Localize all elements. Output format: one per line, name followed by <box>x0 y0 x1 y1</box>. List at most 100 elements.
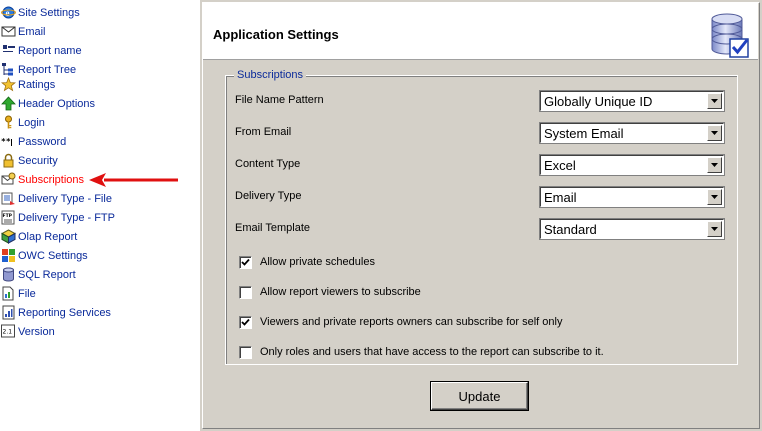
content-type-select[interactable]: Excel <box>540 155 724 175</box>
update-button[interactable]: Update <box>431 382 528 410</box>
sidebar-item-ratings[interactable]: Ratings <box>1 77 55 95</box>
subscription-icon <box>1 172 16 187</box>
select-value: Excel <box>544 158 576 173</box>
checkbox-label: Viewers and private reports owners can s… <box>260 315 563 328</box>
select-value: Globally Unique ID <box>544 94 653 109</box>
sidebar-item-delivery-type-ftp[interactable]: FTP Delivery Type - FTP <box>1 210 115 228</box>
sidebar-item-label: Security <box>18 155 58 167</box>
annotation-arrow-icon <box>89 173 178 187</box>
roles-users-access-checkbox[interactable]: Only roles and users that have access to… <box>239 345 604 359</box>
chevron-down-icon[interactable] <box>707 189 722 205</box>
sidebar-item-reporting-services[interactable]: Reporting Services <box>1 305 111 323</box>
chevron-down-icon[interactable] <box>707 125 722 141</box>
label-tag-icon <box>1 43 16 58</box>
report-icon <box>1 305 16 320</box>
sidebar-item-header-options[interactable]: Header Options <box>1 96 95 114</box>
document-icon <box>1 286 16 301</box>
green-up-arrow-icon <box>1 96 16 111</box>
sidebar-item-label: Password <box>18 136 67 148</box>
checkbox-label: Only roles and users that have access to… <box>260 345 604 358</box>
envelope-icon <box>1 24 16 39</box>
checkbox-label: Allow report viewers to subscribe <box>260 285 421 298</box>
page-title: Application Settings <box>213 27 339 42</box>
subscriptions-group: Subscriptions File Name Pattern Globally… <box>225 69 738 365</box>
sidebar-item-delivery-type-file[interactable]: Delivery Type - File <box>1 191 112 209</box>
sidebar-item-owc-settings[interactable]: OWC Settings <box>1 248 88 266</box>
self-only-subscribe-checkbox[interactable]: Viewers and private reports owners can s… <box>239 315 562 329</box>
sidebar-item-file[interactable]: File <box>1 286 36 304</box>
from-email-select[interactable]: System Email <box>540 123 724 143</box>
from-email-label: From Email <box>235 126 292 138</box>
sidebar-item-label: SQL Report <box>18 269 76 281</box>
sidebar-nav: e Site Settings Email Report name Report… <box>0 0 200 431</box>
header-bar: Application Settings <box>203 3 758 60</box>
content-type-label: Content Type <box>235 158 301 170</box>
select-value: System Email <box>544 126 624 141</box>
delivery-type-select[interactable]: Email <box>540 187 724 207</box>
sidebar-item-label: Ratings <box>18 79 56 91</box>
sidebar-item-olap-report[interactable]: Olap Report <box>1 229 77 247</box>
sidebar-item-subscriptions[interactable]: Subscriptions <box>1 172 84 190</box>
checkbox-label: Allow private schedules <box>260 255 375 268</box>
file-name-pattern-select[interactable]: Globally Unique ID <box>540 91 724 111</box>
sidebar-item-label: Delivery Type - File <box>18 193 112 205</box>
chevron-down-icon[interactable] <box>707 221 722 237</box>
sidebar-item-password[interactable]: ** Password <box>1 134 66 152</box>
file-name-pattern-label: File Name Pattern <box>235 94 324 106</box>
sidebar-item-sql-report[interactable]: SQL Report <box>1 267 76 285</box>
chevron-down-icon[interactable] <box>707 93 722 109</box>
sidebar-item-label: Delivery Type - FTP <box>18 212 115 224</box>
sidebar-item-label: Email <box>18 26 46 38</box>
checkbox-unchecked[interactable] <box>239 345 252 359</box>
database-check-icon <box>711 13 749 58</box>
sidebar-item-label: File <box>18 288 36 300</box>
main-panel: Application Settings Subscriptions File … <box>200 0 762 431</box>
ie-globe-icon: e <box>1 5 16 20</box>
star-icon <box>1 77 16 92</box>
delivery-type-label: Delivery Type <box>235 190 302 202</box>
sidebar-item-label: Login <box>18 117 45 129</box>
database-icon <box>1 267 16 282</box>
checkbox-checked[interactable] <box>239 255 252 269</box>
select-value: Standard <box>544 222 597 237</box>
sidebar-item-report-name[interactable]: Report name <box>1 43 82 61</box>
padlock-icon <box>1 153 16 168</box>
file-delivery-icon <box>1 191 16 206</box>
allow-report-viewers-checkbox[interactable]: Allow report viewers to subscribe <box>239 285 421 299</box>
version-icon: 2.1 <box>1 324 16 339</box>
allow-private-schedules-checkbox[interactable]: Allow private schedules <box>239 255 375 269</box>
svg-text:e: e <box>6 8 10 18</box>
tree-icon <box>1 62 16 77</box>
key-icon <box>1 115 16 130</box>
sidebar-item-label: Reporting Services <box>18 307 111 319</box>
email-template-select[interactable]: Standard <box>540 219 724 239</box>
sidebar-item-label: Report Tree <box>18 64 77 76</box>
sidebar-item-label: OWC Settings <box>18 250 88 262</box>
sidebar-item-email[interactable]: Email <box>1 24 46 42</box>
sidebar-item-label: Subscriptions <box>18 174 85 186</box>
email-template-label: Email Template <box>235 222 310 234</box>
sidebar-item-label: Header Options <box>18 98 96 110</box>
sidebar-item-label: Olap Report <box>18 231 78 243</box>
sidebar-item-login[interactable]: Login <box>1 115 45 133</box>
sidebar-item-label: Version <box>18 326 55 338</box>
password-dots-icon: ** <box>1 134 16 149</box>
svg-text:2.1: 2.1 <box>3 329 13 336</box>
checkmark-icon <box>241 318 250 326</box>
group-legend: Subscriptions <box>234 69 307 82</box>
checkbox-unchecked[interactable] <box>239 285 252 299</box>
cube-icon <box>1 229 16 244</box>
ftp-icon: FTP <box>1 210 16 225</box>
owc-icon <box>1 248 16 263</box>
sidebar-item-site-settings[interactable]: e Site Settings <box>1 5 80 23</box>
select-value: Email <box>544 190 577 205</box>
sidebar-item-label: Report name <box>18 45 82 57</box>
svg-text:FTP: FTP <box>3 213 13 219</box>
svg-text:**: ** <box>1 137 11 146</box>
sidebar-item-version[interactable]: 2.1 Version <box>1 324 55 342</box>
chevron-down-icon[interactable] <box>707 157 722 173</box>
checkbox-checked[interactable] <box>239 315 252 329</box>
sidebar-item-security[interactable]: Security <box>1 153 58 171</box>
checkmark-icon <box>241 258 250 266</box>
sidebar-item-label: Site Settings <box>18 7 80 19</box>
